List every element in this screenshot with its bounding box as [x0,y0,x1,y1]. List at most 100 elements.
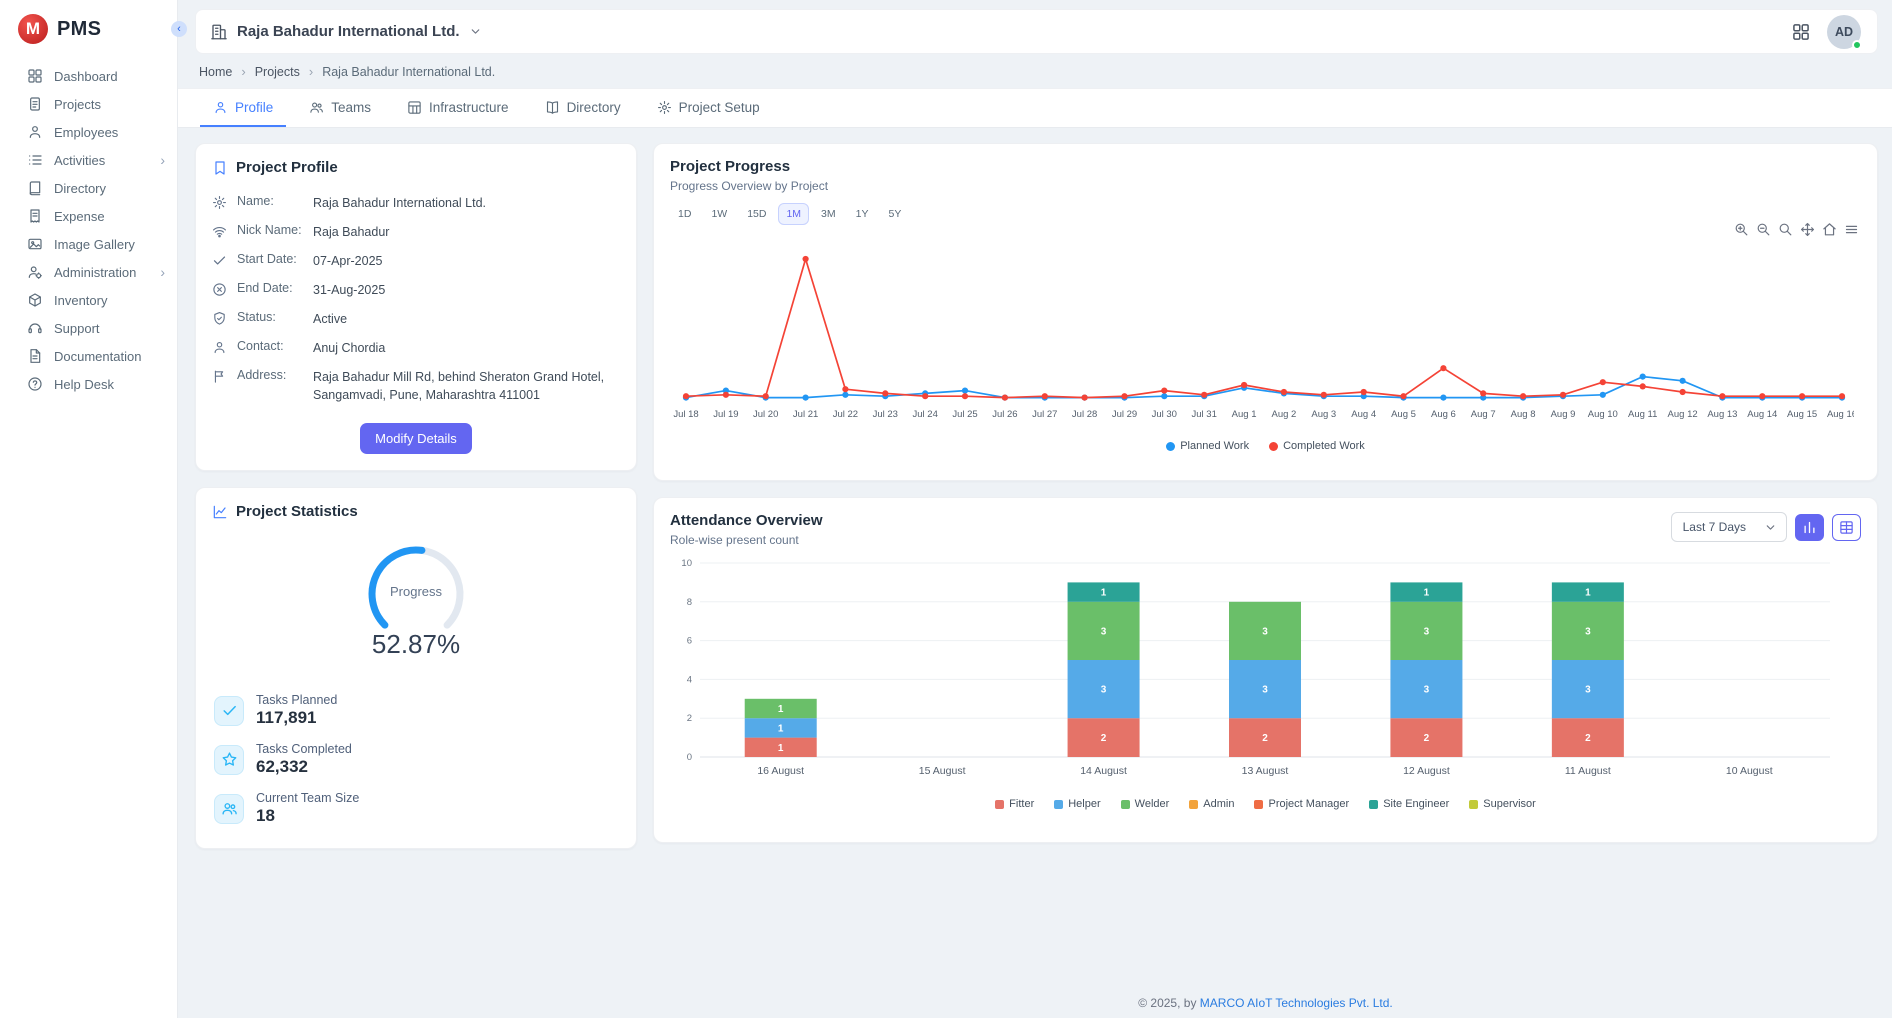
sidebar-item-label: Inventory [54,294,107,307]
zoom-in-icon[interactable] [1734,222,1749,237]
legend-item[interactable]: Site Engineer [1369,798,1449,810]
app-title: PMS [57,18,101,41]
select-value: Last 7 Days [1683,520,1746,534]
legend-item[interactable]: Planned Work [1166,440,1249,452]
field-value: 07-Apr-2025 [313,252,620,270]
legend-item[interactable]: Helper [1054,798,1100,810]
range-15d[interactable]: 15D [739,203,774,225]
directory-icon [27,180,43,196]
breadcrumb-home[interactable]: Home [199,65,232,79]
legend-label: Project Manager [1268,798,1349,810]
sidebar-item-employees[interactable]: Employees [0,118,177,146]
avatar[interactable]: AD [1827,15,1861,49]
time-range-selector: 1D 1W 15D 1M 3M 1Y 5Y [670,203,1861,225]
sidebar-nav: Dashboard Projects Employees Activities … [0,58,177,402]
sidebar-item-image-gallery[interactable]: Image Gallery [0,230,177,258]
tab-profile[interactable]: Profile [200,89,286,127]
range-5y[interactable]: 5Y [880,203,909,225]
zoom-out-icon[interactable] [1756,222,1771,237]
legend-label: Planned Work [1180,440,1249,452]
bar-view-toggle[interactable] [1795,514,1824,541]
tab-project-setup[interactable]: Project Setup [644,89,773,127]
attendance-chart-legend: Fitter Helper Welder Admin Project Manager Si… [670,798,1861,810]
svg-text:3: 3 [1424,626,1430,637]
svg-text:Aug 5: Aug 5 [1391,409,1416,420]
home-icon[interactable] [1822,222,1837,237]
legend-item[interactable]: Admin [1189,798,1234,810]
breadcrumb: Home › Projects › Raja Bahadur Internati… [178,54,1892,88]
svg-text:Aug 6: Aug 6 [1431,409,1456,420]
app-logo[interactable]: M PMS [0,0,177,58]
legend-swatch [1121,800,1130,809]
svg-text:8: 8 [687,597,692,608]
svg-text:10 August: 10 August [1726,765,1773,777]
legend-item[interactable]: Project Manager [1254,798,1349,810]
legend-item[interactable]: Fitter [995,798,1034,810]
dashboard-icon [27,68,43,84]
pan-icon[interactable] [1800,222,1815,237]
project-profile-card: Project Profile Name: Raja Bahadur Inter… [195,143,637,471]
menu-icon[interactable] [1844,222,1859,237]
legend-swatch [995,800,1004,809]
stat-label: Current Team Size [256,791,359,805]
sidebar-item-directory[interactable]: Directory [0,174,177,202]
attendance-overview-card: Attendance Overview Role-wise present co… [653,497,1878,843]
legend-item[interactable]: Welder [1121,798,1170,810]
modify-details-button[interactable]: Modify Details [360,423,472,454]
svg-text:1: 1 [778,704,784,715]
sidebar-item-label: Dashboard [54,70,118,83]
legend-item[interactable]: Completed Work [1269,440,1365,452]
sidebar-item-label: Expense [54,210,105,223]
tab-directory[interactable]: Directory [532,89,634,127]
tab-infrastructure[interactable]: Infrastructure [394,89,522,127]
sidebar-item-support[interactable]: Support [0,314,177,342]
range-1m[interactable]: 1M [778,203,809,225]
range-1w[interactable]: 1W [703,203,735,225]
shield-icon [212,311,227,326]
sidebar-item-administration[interactable]: Administration › [0,258,177,286]
sidebar-item-expense[interactable]: Expense [0,202,177,230]
company-selector[interactable]: Raja Bahadur International Ltd. [210,23,482,41]
range-3m[interactable]: 3M [813,203,844,225]
sidebar-item-inventory[interactable]: Inventory [0,286,177,314]
main-area: Raja Bahadur International Ltd. AD Home … [178,0,1892,1018]
table-view-toggle[interactable] [1832,514,1861,541]
tab-label: Profile [235,101,273,115]
right-column: Project Progress Progress Overview by Pr… [653,143,1878,843]
range-1d[interactable]: 1D [670,203,699,225]
breadcrumb-separator-icon: › [241,64,245,79]
footer-link[interactable]: MARCO AIoT Technologies Pvt. Ltd. [1200,996,1393,1010]
svg-text:13 August: 13 August [1242,765,1289,777]
range-1y[interactable]: 1Y [848,203,877,225]
svg-text:4: 4 [687,674,692,685]
sidebar-item-dashboard[interactable]: Dashboard [0,62,177,90]
progress-line-chart[interactable]: Jul 18Jul 19Jul 20Jul 21Jul 22Jul 23Jul … [670,229,1861,438]
apps-grid-icon[interactable] [1791,22,1811,42]
inventory-icon [27,292,43,308]
progress-gauge: Progress [355,536,477,637]
zoom-icon[interactable] [1778,222,1793,237]
svg-text:Aug 4: Aug 4 [1351,409,1376,420]
sidebar-item-help-desk[interactable]: Help Desk [0,370,177,398]
attendance-bar-chart[interactable]: 024681011116 August15 August233114 Augus… [670,551,1861,796]
user-icon [212,340,227,355]
employees-icon [27,124,43,140]
legend-label: Fitter [1009,798,1034,810]
legend-label: Completed Work [1283,440,1365,452]
tab-teams[interactable]: Teams [296,89,384,127]
card-title: Project Progress [670,158,790,175]
svg-text:2: 2 [1101,733,1107,744]
legend-item[interactable]: Supervisor [1469,798,1536,810]
progress-chart-legend: Planned Work Completed Work [670,440,1861,452]
sidebar-item-documentation[interactable]: Documentation [0,342,177,370]
svg-text:Aug 14: Aug 14 [1747,409,1777,420]
sidebar-item-projects[interactable]: Projects [0,90,177,118]
sidebar-item-label: Directory [54,182,106,195]
sidebar-item-activities[interactable]: Activities › [0,146,177,174]
project-progress-card: Project Progress Progress Overview by Pr… [653,143,1878,481]
users-icon [309,100,324,115]
sidebar-collapse-button[interactable]: ‹ [171,21,187,37]
attendance-range-select[interactable]: Last 7 Days [1671,512,1787,542]
breadcrumb-projects[interactable]: Projects [255,65,300,79]
gear-icon [657,100,672,115]
